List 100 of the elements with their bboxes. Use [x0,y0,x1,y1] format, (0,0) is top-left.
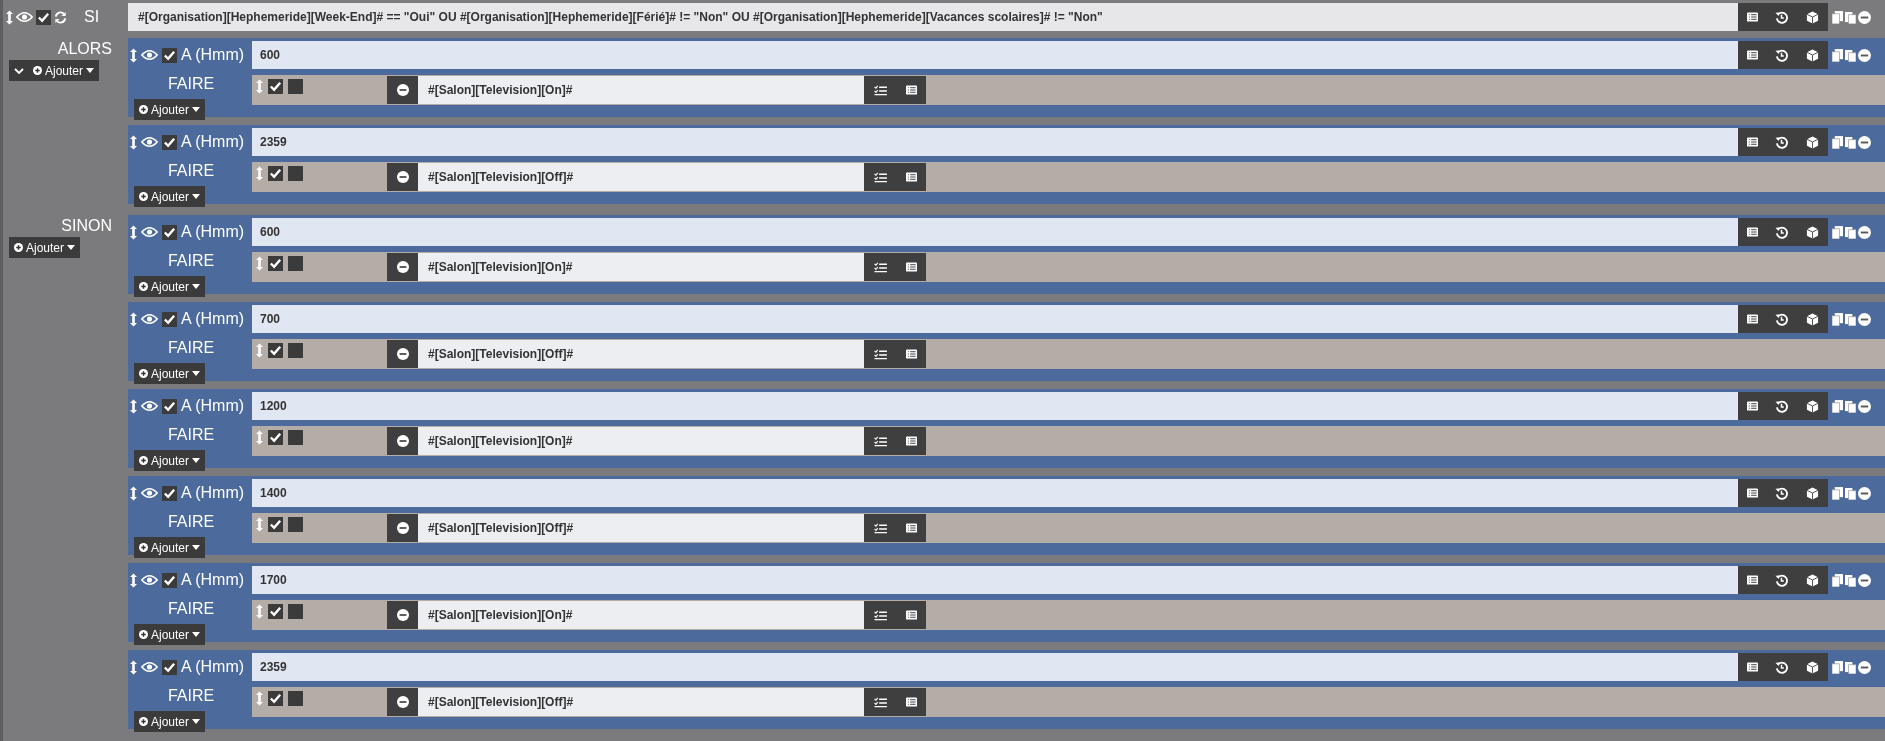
history-icon[interactable] [1775,660,1789,674]
list-icon[interactable] [1746,12,1758,22]
checkbox[interactable] [162,398,177,414]
checkbox[interactable] [268,343,283,358]
list-icon[interactable] [905,523,917,533]
remove-icon[interactable] [1858,225,1871,239]
list-icon[interactable] [1746,662,1758,672]
time-field[interactable]: 700 [252,305,1738,333]
cube-icon[interactable] [1806,660,1820,674]
list-icon[interactable] [1746,137,1758,147]
list-icon[interactable] [1746,401,1758,411]
add-button[interactable]: Ajouter [9,60,100,81]
cube-icon[interactable] [1806,135,1820,149]
cube-icon[interactable] [1806,399,1820,413]
eye-icon[interactable] [141,487,158,499]
add-button[interactable]: Ajouter [134,537,206,558]
checklist-icon[interactable] [873,348,887,360]
copy-icon[interactable] [1832,312,1843,326]
remove-icon[interactable] [1858,660,1871,674]
remove-button[interactable] [387,427,418,455]
cube-icon[interactable] [1806,225,1820,239]
paste-icon[interactable] [1845,312,1856,326]
copy-icon[interactable] [1832,135,1843,149]
checkbox[interactable] [162,311,177,327]
checkbox[interactable] [162,572,177,588]
history-icon[interactable] [1775,48,1789,62]
checkbox[interactable] [288,691,303,706]
cube-icon[interactable] [1806,573,1820,587]
remove-icon[interactable] [1858,399,1871,413]
remove-icon[interactable] [1858,486,1871,500]
drag-icon[interactable] [130,572,137,588]
paste-icon[interactable] [1845,10,1856,24]
history-icon[interactable] [1775,312,1789,326]
time-field[interactable]: 600 [252,218,1738,246]
command-field[interactable]: #[Salon][Television][Off]# [418,340,864,368]
remove-button[interactable] [387,601,418,629]
command-field[interactable]: #[Salon][Television][Off]# [418,688,864,716]
time-field[interactable]: 600 [252,41,1738,69]
copy-icon[interactable] [1832,399,1843,413]
refresh-icon[interactable] [54,10,67,24]
copy-icon[interactable] [1832,48,1843,62]
list-icon[interactable] [905,436,917,446]
checkbox[interactable] [288,79,303,94]
remove-button[interactable] [387,76,418,104]
history-icon[interactable] [1775,486,1789,500]
history-icon[interactable] [1775,10,1789,24]
eye-icon[interactable] [141,49,158,61]
paste-icon[interactable] [1845,225,1856,239]
checkbox[interactable] [268,79,283,94]
drag-icon[interactable] [130,659,137,675]
history-icon[interactable] [1775,573,1789,587]
list-icon[interactable] [905,85,917,95]
checkbox[interactable] [162,134,177,150]
cube-icon[interactable] [1806,312,1820,326]
checklist-icon[interactable] [873,171,887,183]
checkbox[interactable] [288,343,303,358]
remove-button[interactable] [387,688,418,716]
eye-icon[interactable] [141,136,158,148]
eye-icon[interactable] [141,661,158,673]
drag-icon[interactable] [130,485,137,501]
list-icon[interactable] [1746,314,1758,324]
checklist-icon[interactable] [873,84,887,96]
checkbox[interactable] [268,166,283,181]
checkbox[interactable] [162,224,177,240]
remove-button[interactable] [387,253,418,281]
paste-icon[interactable] [1845,399,1856,413]
eye-icon[interactable] [141,226,158,238]
paste-icon[interactable] [1845,48,1856,62]
add-button[interactable]: Ajouter [134,711,206,732]
paste-icon[interactable] [1845,486,1856,500]
drag-icon[interactable] [130,224,137,240]
time-field[interactable]: 2359 [252,128,1738,156]
paste-icon[interactable] [1845,573,1856,587]
remove-icon[interactable] [1858,135,1871,149]
copy-icon[interactable] [1832,660,1843,674]
list-icon[interactable] [905,349,917,359]
drag-icon[interactable] [130,134,137,150]
cube-icon[interactable] [1806,48,1820,62]
time-field[interactable]: 2359 [252,653,1738,681]
add-button[interactable]: Ajouter [134,624,206,645]
time-field[interactable]: 1700 [252,566,1738,594]
history-icon[interactable] [1775,399,1789,413]
condition-field[interactable]: #[Organisation][Hephemeride][Week-End]# == "Oui" OU #[Organisation][Hephemeride][Férié]# != "Non" OU #[Organisation][Hephemeride][Vacances scolaires]# != "Non" [128,3,1738,31]
copy-icon[interactable] [1832,10,1843,24]
command-field[interactable]: #[Salon][Television][On]# [418,427,864,455]
list-icon[interactable] [1746,227,1758,237]
history-icon[interactable] [1775,135,1789,149]
checkbox[interactable] [36,9,51,25]
checklist-icon[interactable] [873,609,887,621]
paste-icon[interactable] [1845,660,1856,674]
list-icon[interactable] [905,172,917,182]
cube-icon[interactable] [1806,486,1820,500]
list-icon[interactable] [905,610,917,620]
remove-icon[interactable] [1858,573,1871,587]
checkbox[interactable] [288,517,303,532]
checkbox[interactable] [268,691,283,706]
history-icon[interactable] [1775,225,1789,239]
copy-icon[interactable] [1832,225,1843,239]
command-field[interactable]: #[Salon][Television][Off]# [418,514,864,542]
checkbox[interactable] [288,604,303,619]
